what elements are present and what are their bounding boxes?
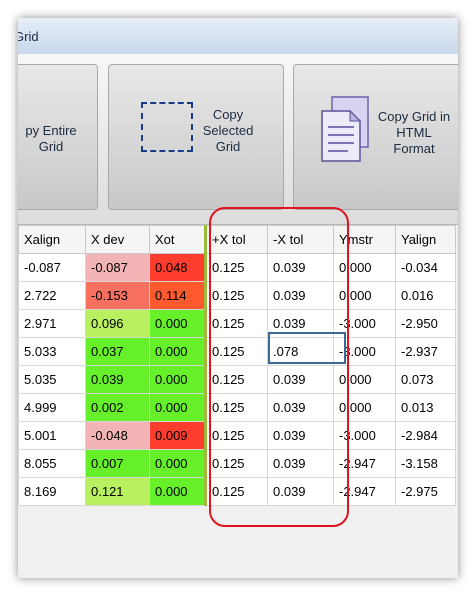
grid-cell[interactable]: 0.000 [149, 477, 207, 506]
html-document-icon [321, 96, 369, 162]
grid-cell[interactable]: -2.947 [333, 477, 396, 506]
grid-cell[interactable]: -0.087 [18, 253, 86, 282]
grid-cell[interactable]: 0.000 [149, 393, 207, 422]
table-row[interactable]: 8.169 0.121 0.000 0.125 0.039 -2.947 -2.975 [18, 477, 456, 506]
grid-cell[interactable]: 0.039 [267, 365, 334, 394]
copy-grid-html-label: Copy Grid in HTML Format [377, 109, 451, 156]
col-header-minus-x-tol[interactable]: -X tol [267, 225, 334, 254]
grid-cell[interactable]: 5.035 [18, 365, 86, 394]
grid-cell[interactable]: 0.016 [395, 281, 456, 310]
copy-selected-grid-label: Copy Selected Grid [202, 107, 254, 154]
toolbar: py Entire Grid Copy Selected Grid Copy G… [18, 54, 458, 225]
title-bar: Grid [18, 18, 458, 55]
grid-cell[interactable]: 0.039 [267, 421, 334, 450]
grid-cell[interactable]: -3.000 [333, 421, 396, 450]
grid-cell[interactable]: 0.039 [267, 281, 334, 310]
table-row[interactable]: 5.033 0.037 0.000 0.125.078 -3.000 -2.937 [18, 337, 456, 366]
grid-cell[interactable]: 0.039 [267, 253, 334, 282]
grid-cell[interactable]: .078 [267, 337, 334, 366]
grid-cell[interactable]: -3.158 [395, 449, 456, 478]
grid-cell[interactable]: 0.039 [267, 309, 334, 338]
grid-cell[interactable]: 0.000 [333, 253, 396, 282]
table-row[interactable]: 2.722 -0.153 0.114 0.125 0.039 0.000 0.016 [18, 281, 456, 310]
table-row[interactable]: -0.087 -0.087 0.048 0.125 0.039 0.000 -0.034 [18, 253, 456, 282]
copy-entire-grid-label: py Entire Grid [25, 123, 77, 154]
window-title: Grid [18, 29, 39, 44]
grid-cell[interactable]: 0.039 [267, 393, 334, 422]
grid-cell[interactable]: 8.055 [18, 449, 86, 478]
copy-entire-grid-button[interactable]: py Entire Grid [18, 64, 98, 210]
grid-cell[interactable]: 0.000 [333, 281, 396, 310]
col-header-plus-x-tol[interactable]: +X tol [205, 225, 268, 254]
grid-cell[interactable]: 0.073 [395, 365, 456, 394]
grid-cell[interactable]: 0.114 [149, 281, 207, 310]
grid-cell[interactable]: 0.048 [149, 253, 207, 282]
grid-cell[interactable]: 0.009 [149, 421, 207, 450]
grid-cell[interactable]: 0.039 [267, 477, 334, 506]
grid-cell[interactable]: 0.125 [205, 449, 268, 478]
grid-cell[interactable]: -3.000 [333, 337, 396, 366]
grid-cell[interactable]: 2.971 [18, 309, 86, 338]
grid-cell[interactable]: 0.125 [205, 337, 268, 366]
grid-cell[interactable]: -2.937 [395, 337, 456, 366]
grid-cell[interactable]: 5.033 [18, 337, 86, 366]
col-header-yalign[interactable]: Yalign [395, 225, 456, 254]
copy-grid-html-button[interactable]: Copy Grid in HTML Format [293, 64, 458, 210]
grid-cell[interactable]: -2.947 [333, 449, 396, 478]
col-header-xot[interactable]: Xot [149, 225, 207, 254]
grid-cell[interactable]: 0.002 [85, 393, 150, 422]
table-row[interactable]: 5.035 0.039 0.000 0.125 0.039 0.000 0.073 [18, 365, 456, 394]
app-window: Grid py Entire Grid Copy Selected Grid C… [18, 18, 458, 578]
grid-cell[interactable]: 0.013 [395, 393, 456, 422]
data-grid: Xalign X dev Xot +X tol -X tol Ymstr Yal… [18, 225, 458, 506]
grid-cell[interactable]: -0.153 [85, 281, 150, 310]
grid-cell[interactable]: 0.039 [85, 365, 150, 394]
grid-cell[interactable]: 0.125 [205, 365, 268, 394]
grid-table: Xalign X dev Xot +X tol -X tol Ymstr Yal… [18, 225, 456, 506]
col-header-ymstr[interactable]: Ymstr [333, 225, 396, 254]
grid-cell[interactable]: -2.984 [395, 421, 456, 450]
grid-cell[interactable]: 5.001 [18, 421, 86, 450]
dashed-selection-icon [141, 102, 193, 152]
grid-cell[interactable]: 0.096 [85, 309, 150, 338]
grid-cell[interactable]: 2.722 [18, 281, 86, 310]
grid-cell[interactable]: 0.121 [85, 477, 150, 506]
grid-cell[interactable]: 0.000 [149, 337, 207, 366]
grid-cell[interactable]: 0.125 [205, 421, 268, 450]
col-header-xalign[interactable]: Xalign [18, 225, 86, 254]
grid-cell[interactable]: 0.037 [85, 337, 150, 366]
table-row[interactable]: 2.971 0.096 0.000 0.125 0.039 -3.000 -2.950 [18, 309, 456, 338]
col-header-xdev[interactable]: X dev [85, 225, 150, 254]
grid-cell[interactable]: -0.048 [85, 421, 150, 450]
grid-cell[interactable]: 0.039 [267, 449, 334, 478]
header-row: Xalign X dev Xot +X tol -X tol Ymstr Yal… [18, 225, 456, 254]
grid-cell[interactable]: 8.169 [18, 477, 86, 506]
grid-cell[interactable]: 0.000 [333, 365, 396, 394]
table-row[interactable]: 4.999 0.002 0.000 0.125 0.039 0.000 0.013 [18, 393, 456, 422]
grid-cell[interactable]: 4.999 [18, 393, 86, 422]
grid-cell[interactable]: -0.034 [395, 253, 456, 282]
grid-cell[interactable]: 0.125 [205, 477, 268, 506]
grid-cell[interactable]: -0.087 [85, 253, 150, 282]
grid-cell[interactable]: -3.000 [333, 309, 396, 338]
grid-cell[interactable]: 0.007 [85, 449, 150, 478]
table-row[interactable]: 5.001 -0.048 0.009 0.125 0.039 -3.000 -2.984 [18, 421, 456, 450]
grid-cell[interactable]: -2.975 [395, 477, 456, 506]
grid-cell[interactable]: -2.950 [395, 309, 456, 338]
grid-cell[interactable]: 0.125 [205, 393, 268, 422]
grid-cell[interactable]: 0.125 [205, 253, 268, 282]
copy-selected-grid-button[interactable]: Copy Selected Grid [108, 64, 284, 210]
grid-cell[interactable]: 0.000 [149, 309, 207, 338]
grid-cell[interactable]: 0.125 [205, 309, 268, 338]
grid-cell[interactable]: 0.000 [149, 449, 207, 478]
grid-cell[interactable]: 0.000 [149, 365, 207, 394]
grid-cell[interactable]: 0.000 [333, 393, 396, 422]
table-row[interactable]: 8.055 0.007 0.000 0.125 0.039 -2.947 -3.158 [18, 449, 456, 478]
grid-cell[interactable]: 0.125 [205, 281, 268, 310]
